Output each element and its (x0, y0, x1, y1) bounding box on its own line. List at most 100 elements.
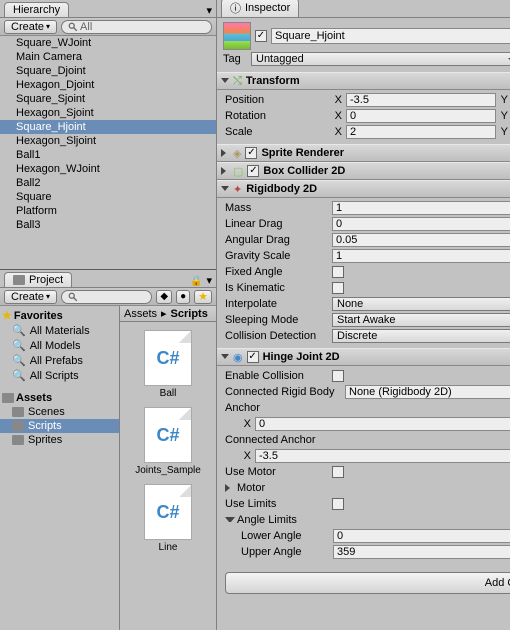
fold-icon[interactable] (225, 514, 235, 526)
linear-drag-field[interactable] (332, 217, 510, 231)
connected-body-label: Connected Rigid Body (225, 386, 343, 398)
fold-icon[interactable] (221, 351, 229, 363)
csharp-file-icon: C# (144, 484, 192, 540)
save-search-button[interactable]: ★ (194, 290, 212, 304)
anchor-x-field[interactable] (255, 417, 510, 431)
mass-field[interactable] (332, 201, 510, 215)
gravity-scale-field[interactable] (332, 249, 510, 263)
favorites-item[interactable]: 🔍All Scripts (0, 368, 119, 383)
hierarchy-item[interactable]: Square_Djoint (0, 64, 216, 78)
sleeping-mode-label: Sleeping Mode (225, 314, 330, 326)
hierarchy-panel: Hierarchy ▾ Create ▾ All Square_WJointMa… (0, 0, 216, 270)
inspector-tab[interactable]: ⓘ Inspector (221, 0, 299, 17)
transform-component: ⤭ Transform ? ⚙ Position X Y Z Rotation … (217, 72, 510, 144)
folder-item[interactable]: Scenes (0, 405, 119, 419)
tag-label: Tag (223, 53, 247, 65)
sleeping-mode-dropdown[interactable]: Start Awake (332, 313, 510, 327)
tag-dropdown[interactable]: Untagged (251, 52, 510, 66)
lock-icon[interactable]: 🔒 (190, 276, 202, 287)
hierarchy-item[interactable]: Platform (0, 204, 216, 218)
fold-icon[interactable] (221, 183, 229, 195)
fold-icon[interactable] (221, 75, 229, 87)
folder-item[interactable]: Sprites (0, 433, 119, 447)
enable-collision-label: Enable Collision (225, 370, 330, 382)
rotation-x-field[interactable] (346, 109, 496, 123)
collider-enabled-checkbox[interactable] (247, 165, 259, 177)
fixed-angle-label: Fixed Angle (225, 266, 330, 278)
hierarchy-item[interactable]: Square_WJoint (0, 36, 216, 50)
search-filter-button[interactable]: ◆ (156, 290, 172, 304)
use-motor-checkbox[interactable] (332, 466, 344, 478)
use-limits-checkbox[interactable] (332, 498, 344, 510)
connected-anchor-x-field[interactable] (255, 449, 510, 463)
assets-header[interactable]: Assets (0, 391, 119, 405)
angular-drag-label: Angular Drag (225, 234, 330, 246)
project-options-icon[interactable]: ▾ (202, 274, 216, 287)
hierarchy-tab[interactable]: Hierarchy (4, 2, 69, 17)
hierarchy-create-button[interactable]: Create ▾ (4, 20, 57, 34)
project-tree: ★ Favorites 🔍All Materials🔍All Models🔍Al… (0, 306, 120, 630)
hierarchy-item[interactable]: Ball3 (0, 218, 216, 232)
breadcrumb[interactable]: Assets ▸ Scripts (120, 306, 216, 322)
project-create-button[interactable]: Create ▾ (4, 290, 57, 304)
folder-icon (12, 435, 24, 445)
hierarchy-item[interactable]: Hexagon_Sljoint (0, 134, 216, 148)
project-tab[interactable]: Project (4, 272, 72, 287)
search-icon (68, 22, 78, 32)
hierarchy-item[interactable]: Square_Sjoint (0, 92, 216, 106)
favorites-item[interactable]: 🔍All Models (0, 338, 119, 353)
favorites-item[interactable]: 🔍All Materials (0, 323, 119, 338)
search-icon: 🔍 (12, 339, 26, 352)
hierarchy-search-input[interactable]: All (61, 20, 212, 34)
hierarchy-item[interactable]: Main Camera (0, 50, 216, 64)
rigidbody-title: Rigidbody 2D (246, 183, 510, 195)
hierarchy-item[interactable]: Square_Hjoint (0, 120, 216, 134)
hierarchy-item[interactable]: Ball2 (0, 176, 216, 190)
connected-body-field[interactable]: None (Rigidbody 2D) (345, 385, 510, 399)
project-search-input[interactable] (61, 290, 152, 304)
lower-angle-label: Lower Angle (241, 530, 331, 542)
asset-item[interactable]: C#Joints_Sample (128, 407, 208, 476)
collision-detection-dropdown[interactable]: Discrete (332, 329, 510, 343)
gameobject-active-checkbox[interactable] (255, 30, 267, 42)
upper-angle-field[interactable] (333, 545, 510, 559)
hinge-enabled-checkbox[interactable] (247, 351, 259, 363)
gameobject-icon[interactable] (223, 22, 251, 50)
asset-item[interactable]: C#Ball (128, 330, 208, 399)
lower-angle-field[interactable] (333, 529, 510, 543)
sprite-enabled-checkbox[interactable] (245, 147, 257, 159)
hierarchy-item[interactable]: Hexagon_WJoint (0, 162, 216, 176)
is-kinematic-label: Is Kinematic (225, 282, 330, 294)
folder-item[interactable]: Scripts (0, 419, 119, 433)
hinge-joint-component: ◉ Hinge Joint 2D ? ⚙ Enable Collision Co… (217, 348, 510, 564)
hierarchy-options-icon[interactable]: ▾ (202, 4, 216, 17)
hierarchy-item[interactable]: Hexagon_Sjoint (0, 106, 216, 120)
folder-icon (2, 393, 14, 403)
angular-drag-field[interactable] (332, 233, 510, 247)
gameobject-name-field[interactable] (271, 28, 510, 44)
csharp-file-icon: C# (144, 407, 192, 463)
fixed-angle-checkbox[interactable] (332, 266, 344, 278)
asset-label: Line (159, 542, 178, 553)
search-icon: 🔍 (12, 369, 26, 382)
folder-icon (12, 421, 24, 431)
search-type-button[interactable]: ● (176, 290, 190, 304)
position-x-field[interactable] (346, 93, 496, 107)
fold-icon[interactable] (221, 167, 229, 175)
scale-x-field[interactable] (346, 125, 496, 139)
favorites-item[interactable]: 🔍All Prefabs (0, 353, 119, 368)
fold-icon[interactable] (225, 484, 235, 492)
folder-icon (12, 407, 24, 417)
is-kinematic-checkbox[interactable] (332, 282, 344, 294)
add-component-button[interactable]: Add Component (225, 572, 510, 594)
hierarchy-item[interactable]: Square (0, 190, 216, 204)
use-motor-label: Use Motor (225, 466, 330, 478)
fold-icon[interactable] (221, 149, 229, 157)
favorites-header[interactable]: ★ Favorites (0, 308, 119, 323)
hierarchy-item[interactable]: Ball1 (0, 148, 216, 162)
enable-collision-checkbox[interactable] (332, 370, 344, 382)
interpolate-dropdown[interactable]: None (332, 297, 510, 311)
collider-icon: ▢ (233, 165, 243, 178)
hierarchy-item[interactable]: Hexagon_Djoint (0, 78, 216, 92)
asset-item[interactable]: C# Line (128, 484, 208, 553)
